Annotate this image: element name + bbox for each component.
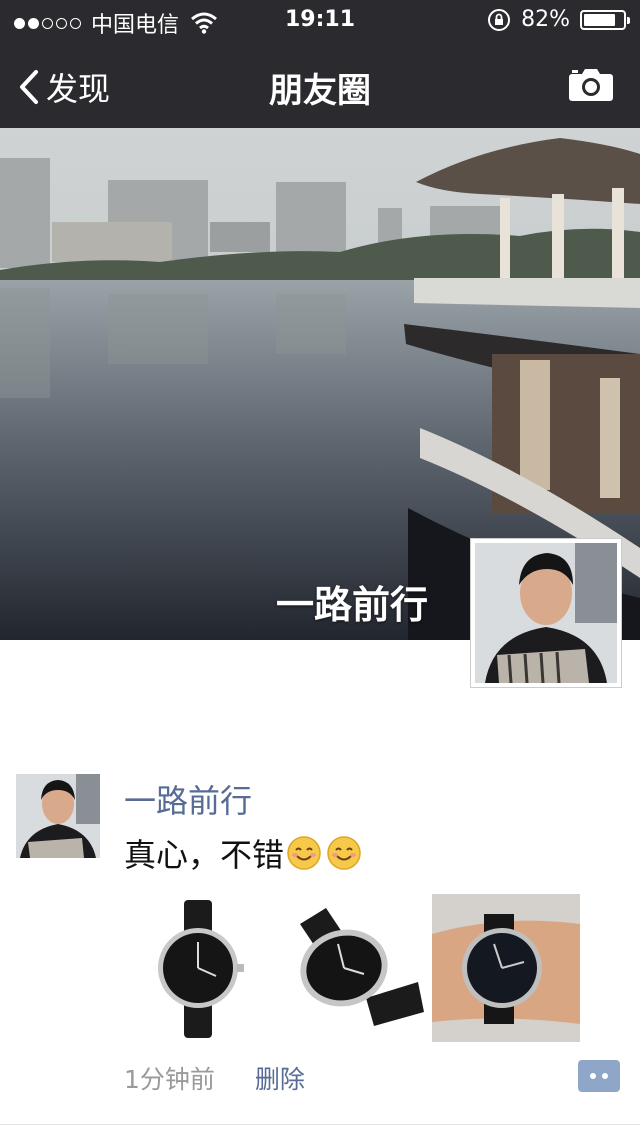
post-content: 真心，不错 (124, 830, 362, 876)
camera-icon[interactable] (568, 66, 614, 102)
delete-button[interactable]: 删除 (255, 1060, 305, 1096)
smile-emoji-icon (327, 836, 361, 870)
rotation-lock-icon (488, 8, 511, 31)
post-divider (0, 1124, 640, 1125)
post-photo-grid (124, 894, 580, 1042)
watch-on-wrist-photo[interactable] (432, 894, 580, 1042)
cover-user-name: 一路前行 (275, 583, 428, 627)
avatar-photo (475, 543, 617, 684)
post-time: 1分钟前 (124, 1065, 215, 1094)
comment-menu-icon[interactable] (578, 1060, 620, 1092)
post-author-name[interactable]: 一路前行 (124, 776, 252, 822)
top-bar: 中国电信 19:11 82% 发现 朋友圈 (0, 0, 640, 128)
battery-level-fill (584, 13, 616, 26)
smile-emoji-icon (287, 836, 321, 870)
watch-front-photo[interactable] (124, 894, 272, 1042)
navigation-bar: 发现 朋友圈 (0, 44, 640, 128)
post-text: 真心，不错 (124, 836, 285, 874)
watch-angled-photo[interactable] (278, 894, 426, 1042)
post-author-avatar[interactable] (16, 774, 100, 858)
profile-avatar[interactable] (470, 538, 622, 688)
battery-percent: 82% (521, 7, 570, 32)
status-bar: 中国电信 19:11 82% (0, 0, 640, 40)
post-meta: 1分钟前 删除 (124, 1060, 305, 1096)
page-title: 朋友圈 (269, 71, 371, 111)
battery-icon (580, 9, 630, 30)
